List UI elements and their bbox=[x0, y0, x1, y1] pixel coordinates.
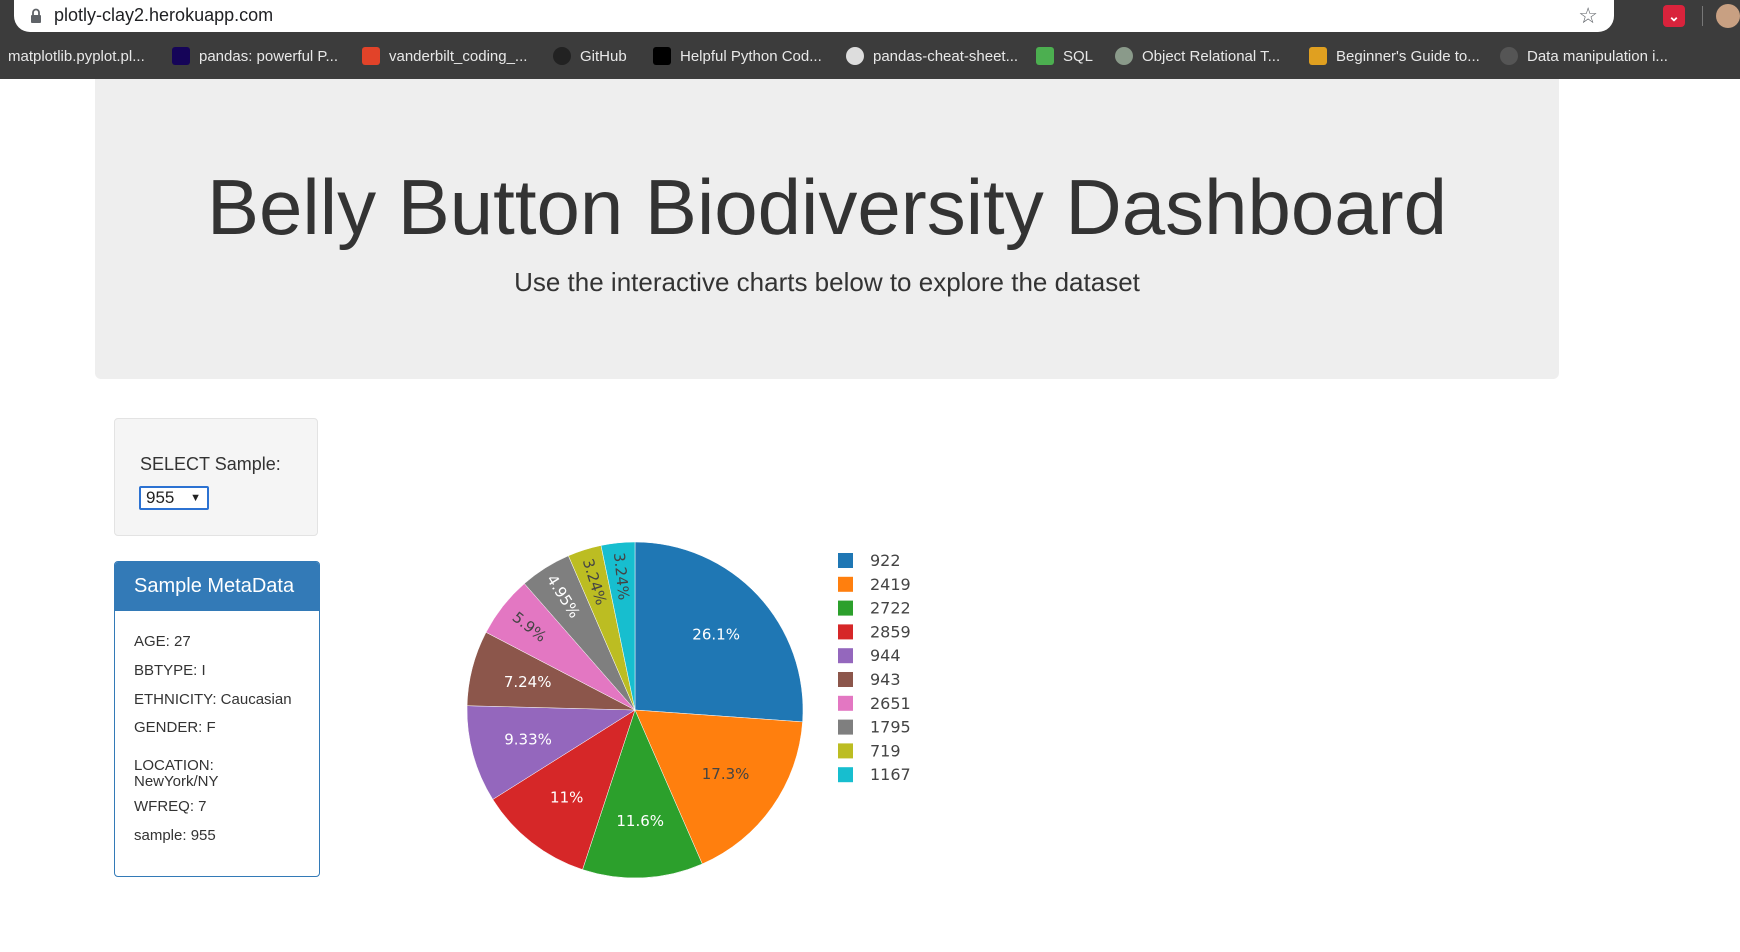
legend-label[interactable]: 1795 bbox=[870, 718, 911, 737]
bookmark-label: SQL bbox=[1063, 47, 1094, 65]
github-icon bbox=[553, 47, 571, 65]
legend-swatch[interactable] bbox=[838, 553, 853, 568]
legend-swatch[interactable] bbox=[838, 648, 853, 664]
bookmark-item[interactable]: Data manipulation i... bbox=[1500, 42, 1668, 70]
metadata-item-location: LOCATION: NewYork/NY bbox=[134, 757, 219, 790]
legend-swatch[interactable] bbox=[838, 695, 853, 711]
legend-label[interactable]: 943 bbox=[870, 670, 901, 689]
bookmark-item[interactable]: matplotlib.pyplot.pl... bbox=[8, 42, 145, 70]
bookmark-item[interactable]: Beginner's Guide to... bbox=[1309, 42, 1480, 70]
metadata-item-gender: GENDER: F bbox=[134, 719, 216, 736]
globe-icon bbox=[846, 47, 864, 65]
bookmark-item[interactable]: Helpful Python Cod... bbox=[653, 42, 822, 70]
legend-swatch[interactable] bbox=[838, 743, 853, 759]
select-label: SELECT Sample: bbox=[140, 454, 281, 474]
toolbar-divider bbox=[1702, 6, 1703, 26]
bookmark-star-icon[interactable]: ☆ bbox=[1578, 3, 1598, 29]
lock-icon bbox=[31, 8, 41, 23]
pie-slice-label: 26.1% bbox=[692, 625, 740, 643]
w3schools-icon bbox=[1036, 47, 1054, 65]
bookmark-label: Data manipulation i... bbox=[1527, 47, 1668, 65]
page-subtitle: Use the interactive charts below to expl… bbox=[514, 267, 1140, 297]
url-text: plotly-clay2.herokuapp.com bbox=[54, 5, 274, 25]
page-title: Belly Button Biodiversity Dashboard bbox=[207, 163, 1447, 251]
legend-label[interactable]: 2651 bbox=[870, 694, 911, 713]
bookmark-label: Beginner's Guide to... bbox=[1336, 47, 1480, 65]
legend-swatch[interactable] bbox=[838, 672, 853, 687]
pie-slice-label: 9.33% bbox=[504, 730, 552, 748]
bookmark-item[interactable]: pandas-cheat-sheet... bbox=[846, 42, 1018, 70]
browser-chrome: plotly-clay2.herokuapp.com ☆ ⌄ matplotli… bbox=[0, 0, 1740, 79]
bookmark-label: matplotlib.pyplot.pl... bbox=[8, 47, 145, 65]
legend-label[interactable]: 2722 bbox=[870, 599, 911, 618]
pocket-extension-icon[interactable]: ⌄ bbox=[1663, 5, 1685, 27]
legend-swatch[interactable] bbox=[838, 600, 853, 616]
legend-label[interactable]: 922 bbox=[870, 551, 901, 570]
metadata-item-age: AGE: 27 bbox=[134, 633, 191, 650]
sample-select-dropdown[interactable]: 955 ▼ bbox=[139, 486, 209, 510]
metadata-panel-title: Sample MetaData bbox=[115, 562, 319, 611]
legend-swatch[interactable] bbox=[838, 767, 853, 783]
pie-slice-label: 7.24% bbox=[504, 673, 552, 691]
bookmark-label: Helpful Python Cod... bbox=[680, 47, 822, 65]
circle-icon bbox=[1115, 47, 1133, 65]
metadata-item-ethnicity: ETHNICITY: Caucasian bbox=[134, 691, 292, 708]
bookmark-item[interactable]: Object Relational T... bbox=[1115, 42, 1280, 70]
pie-slice-label: 11.6% bbox=[616, 812, 664, 830]
bookmark-item[interactable]: GitHub bbox=[553, 42, 627, 70]
profile-avatar[interactable] bbox=[1716, 4, 1740, 28]
legend-swatch[interactable] bbox=[838, 624, 853, 640]
selected-sample-value: 955 bbox=[146, 488, 175, 507]
bookmark-label: vanderbilt_coding_... bbox=[389, 47, 528, 65]
legend-swatch[interactable] bbox=[838, 719, 853, 735]
otu-pie-chart[interactable]: 26.1% 17.3% 11.6% 11% 9.33% 7.24% 5.9% 4.95% 3.2… bbox=[440, 520, 960, 900]
bookmark-label: pandas-cheat-sheet... bbox=[873, 47, 1019, 65]
header-jumbotron: Belly Button Biodiversity Dashboard Use … bbox=[95, 79, 1559, 379]
pie-slice-label: 17.3% bbox=[702, 765, 750, 783]
gitlab-icon bbox=[362, 47, 380, 65]
pie-chart-svg[interactable]: 26.1%17.3%11.6%11%9.33%7.24%5.9%4.95%3.2… bbox=[440, 520, 960, 900]
metadata-item-bbtype: BBTYPE: I bbox=[134, 662, 206, 679]
bookmark-item[interactable]: vanderbilt_coding_... bbox=[362, 42, 527, 70]
legend-label[interactable]: 2859 bbox=[870, 622, 911, 641]
metadata-item-sample: sample: 955 bbox=[134, 827, 216, 844]
legend-label[interactable]: 1167 bbox=[870, 765, 911, 784]
sample-metadata-panel: Sample MetaData AGE: 27 BBTYPE: I ETHNIC… bbox=[114, 561, 320, 877]
pie-slice-label: 11% bbox=[550, 788, 583, 806]
dropdown-arrow-icon: ▼ bbox=[190, 492, 201, 504]
sample-selector-panel: SELECT Sample: 955 ▼ bbox=[114, 418, 318, 536]
legend-swatch[interactable] bbox=[838, 576, 853, 592]
c-icon bbox=[1309, 47, 1327, 65]
bookmark-item[interactable]: pandas: powerful P... bbox=[172, 42, 338, 70]
bookmark-label: GitHub bbox=[580, 47, 627, 65]
address-bar[interactable]: plotly-clay2.herokuapp.com ☆ bbox=[14, 0, 1614, 32]
bookmarks-bar: matplotlib.pyplot.pl... pandas: powerful … bbox=[0, 42, 1740, 70]
metadata-item-wfreq: WFREQ: 7 bbox=[134, 798, 207, 815]
medium-icon bbox=[653, 47, 671, 65]
bookmark-item[interactable]: SQL bbox=[1036, 42, 1093, 70]
legend-label[interactable]: 2419 bbox=[870, 575, 911, 594]
bookmark-label: Object Relational T... bbox=[1142, 47, 1281, 65]
legend-label[interactable]: 944 bbox=[870, 646, 901, 665]
legend-label[interactable]: 719 bbox=[870, 741, 901, 760]
globe-icon bbox=[1500, 47, 1518, 65]
bookmark-label: pandas: powerful P... bbox=[199, 47, 338, 65]
pandas-icon bbox=[172, 47, 190, 65]
